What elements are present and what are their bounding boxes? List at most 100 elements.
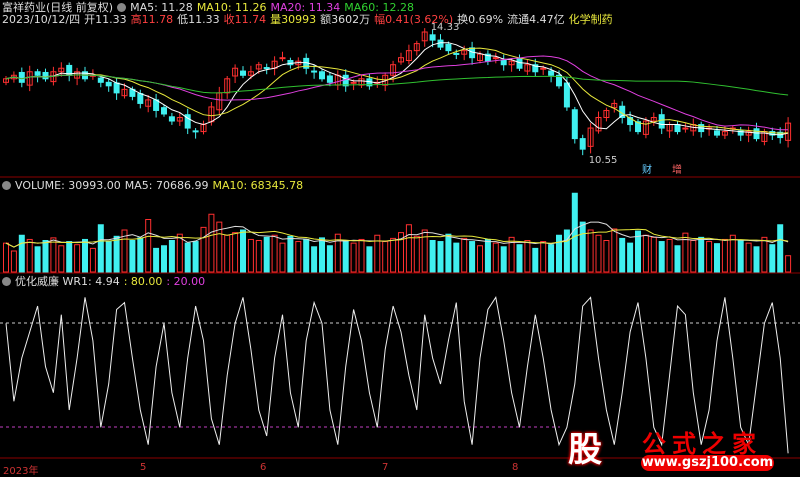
settings-circle-icon[interactable] [2,277,11,286]
volume-bar [698,236,705,273]
volume-bar [548,244,555,273]
volume-bar [319,237,325,273]
wr-20: : 20.00 [166,275,206,288]
volume-bar [500,246,507,273]
max-price-label: 14.33 [431,22,460,33]
volume-ma5-line [5,221,789,248]
logo-char: 股 [568,430,602,470]
date-axis-label: 8 [512,462,519,473]
volume-bar [595,234,602,273]
candle [192,130,199,133]
volume-bar [145,219,152,273]
candle [311,70,318,73]
volume-bar [168,240,175,273]
watermark-logo: 股 公式之家 www.gszj100.com [560,420,800,476]
volume-bar [721,238,728,273]
candle [540,67,547,70]
wr-80: : 80.00 [123,275,163,288]
volume-bar [232,232,239,273]
candle [753,128,760,140]
ma10-line [5,47,789,134]
logo-text: 公式之家 [642,430,762,458]
volume-ma10-line [5,228,789,248]
volume-bar [642,234,649,273]
volume-bar [706,241,713,273]
candle [342,74,349,87]
volume-bar [247,238,254,273]
candle [682,127,689,130]
volume-header: VOLUME: 30993.00 MA5: 70686.99 MA10: 68345… [2,179,307,192]
volume-bar [524,240,531,273]
candle [516,57,523,69]
volume-bar [405,224,412,273]
volume-bar [737,240,744,273]
candle [240,70,246,76]
volume-bar [26,238,33,273]
volume-bar [192,241,199,273]
volume-bar [603,240,610,273]
volume-bar [287,235,294,273]
volume-bar [453,242,460,273]
volume-bar [714,243,720,273]
volume-bar [34,246,41,273]
candle [492,57,499,60]
volume-bar [674,245,681,273]
volume-bar [50,237,57,273]
settings-circle-icon[interactable] [2,181,11,190]
volume-bar [785,255,792,273]
volume-bar [461,237,468,273]
volume-bar [89,247,96,273]
volume-bar [556,234,562,273]
volume-bar [477,245,483,273]
date-axis-label: 5 [140,462,147,473]
volume-bar [279,242,286,273]
volume-bar [761,236,768,273]
volume-bar [366,246,373,273]
volume-bar [390,237,397,273]
volume-bar [303,238,310,273]
volume-bar [208,213,215,273]
volume-bar [635,230,641,273]
volume-bar [295,241,302,273]
volume-bar [240,229,246,273]
volume-bar [382,241,389,273]
volume-bar [358,238,365,273]
candle [453,52,460,55]
volume-bar [413,235,420,273]
volume-label: VOLUME: 30993.00 [15,179,121,192]
wr-header: 优化威廉 WR1: 4.94: 80.00: 20.00 [2,275,209,288]
candle [714,130,720,136]
event-tag-finance[interactable]: 财 [642,163,652,176]
volume-bar [611,228,618,273]
volume-bar [263,236,270,273]
volume-bar [532,247,539,273]
ma5-line [5,42,789,136]
volume-bar [129,240,136,273]
date-axis-label: 7 [382,462,389,473]
volume-bar [176,233,183,273]
candle [105,81,112,87]
candle [350,81,357,84]
volume-bar [105,241,112,273]
chart-canvas[interactable]: 14.33 10.55 财 增 [0,0,800,476]
volume-bar [326,245,333,273]
volume-bar [255,240,262,273]
volume-bar [42,240,49,273]
wr-label: 优化威廉 WR1: 4.94 [15,275,120,288]
volume-bar [579,221,586,273]
candle [97,77,104,83]
volume-bar [200,226,207,273]
candle [571,109,578,140]
volume-bar [492,242,499,273]
candle [263,67,270,70]
event-tag-increase[interactable]: 增 [672,163,682,176]
volume-bar [540,241,547,273]
candle [168,116,175,122]
volume-bar [666,238,673,273]
volume-bar [113,235,120,273]
volume-bar [658,241,665,273]
volume-bar [469,241,476,273]
candle [429,34,436,41]
volume-bar [10,250,17,273]
candle [674,124,681,133]
